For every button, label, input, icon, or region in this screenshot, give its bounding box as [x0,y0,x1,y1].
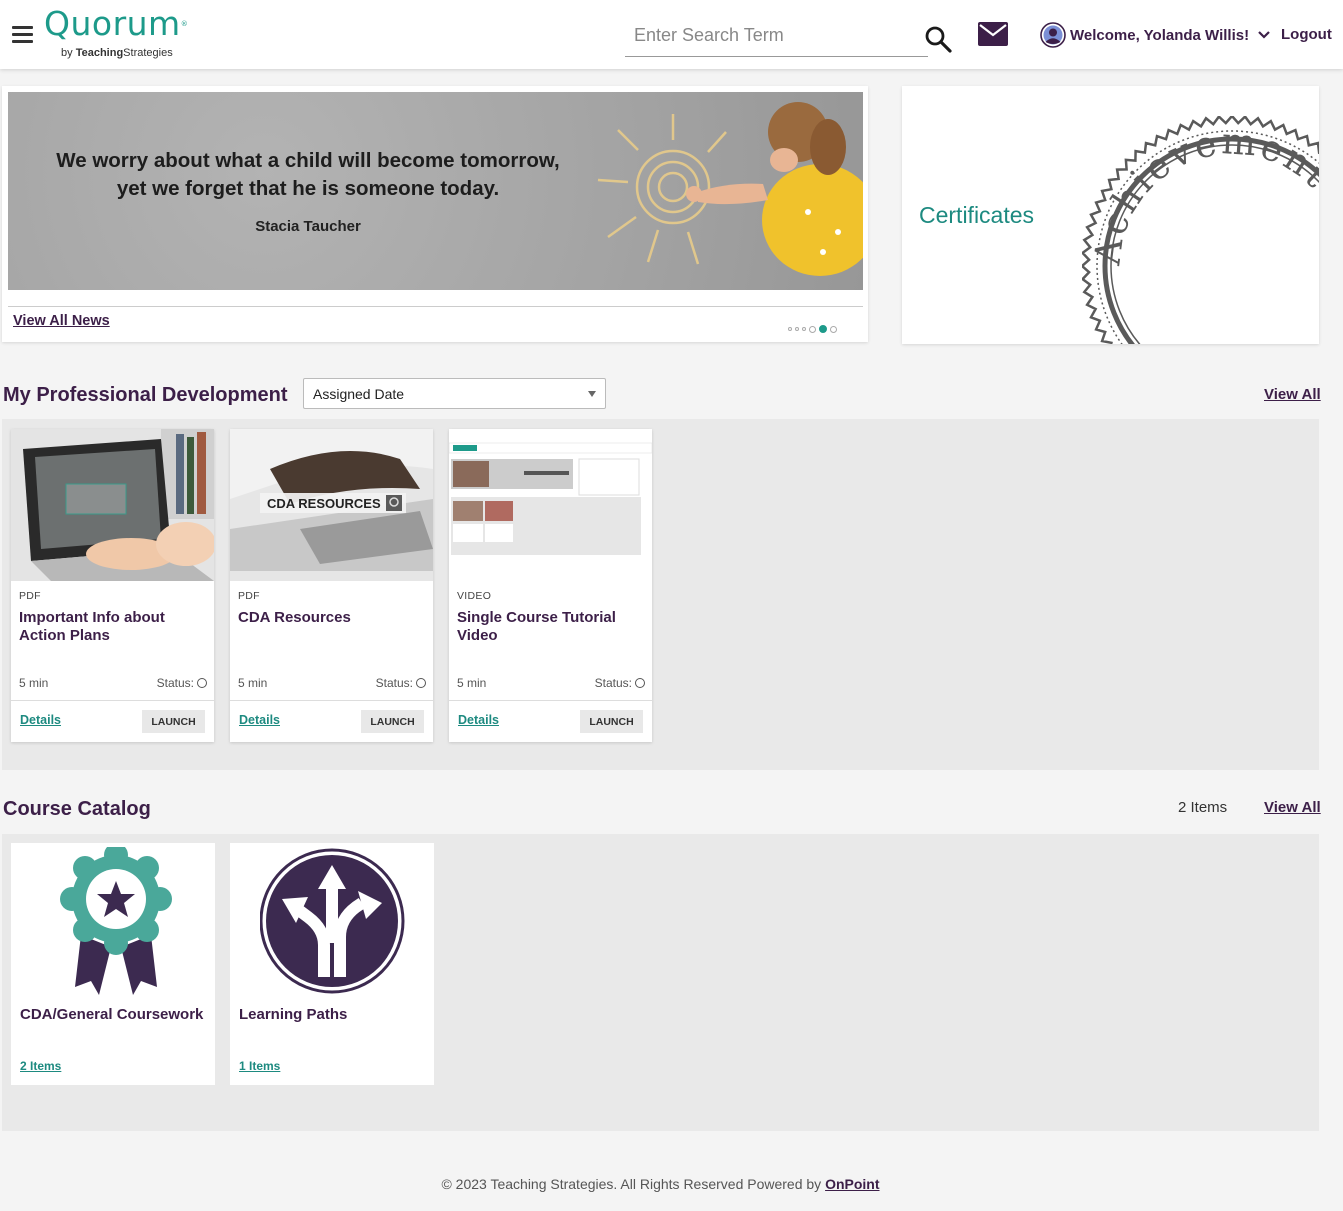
course-card: PDF Important Info about Action Plans 5 … [11,429,214,742]
course-title[interactable]: CDA Resources [238,609,426,627]
card-divider [449,700,652,701]
thumb-cda-text: CDA RESOURCES [267,496,381,511]
search-input[interactable] [625,20,915,50]
award-ribbon-icon [60,847,172,995]
catalog-card-items-link[interactable]: 2 Items [20,1059,61,1073]
page-footer: © 2023 Teaching Strategies. All Rights R… [0,1176,1321,1192]
logo-wordmark: Quorum® [44,4,189,43]
welcome-text: Welcome, Yolanda Willis! [1070,26,1250,44]
carousel-dot[interactable] [830,325,837,333]
catalog-section-title: Course Catalog [3,798,151,820]
course-status: Status: [376,676,426,690]
course-launch-button[interactable]: LAUNCH [142,710,205,733]
logo-byline: by TeachingStrategies [61,47,173,59]
carousel-dot[interactable] [802,327,806,331]
news-carousel-card: We worry about what a child will become … [2,86,868,342]
search-field-wrapper [625,20,928,57]
chevron-down-icon [1258,31,1270,39]
footer-copyright: © 2023 Teaching Strategies. All Rights R… [441,1176,826,1192]
onpoint-link[interactable]: OnPoint [825,1176,879,1192]
status-circle-icon [416,678,426,688]
user-menu[interactable]: Welcome, Yolanda Willis! [1040,21,1271,49]
course-title[interactable]: Important Info about Action Plans [19,609,207,645]
hamburger-menu-icon[interactable] [12,26,33,43]
course-status: Status: [157,676,207,690]
carousel-dot[interactable] [788,327,792,331]
catalog-card-items-link[interactable]: 1 Items [239,1059,280,1073]
course-details-link[interactable]: Details [458,713,499,727]
course-details-link[interactable]: Details [20,713,61,727]
course-thumbnail[interactable] [11,429,214,581]
carousel-dots [788,325,837,333]
news-banner-image[interactable]: We worry about what a child will become … [8,92,863,290]
sort-selected-value: Assigned Date [313,386,405,402]
course-type: PDF [238,590,260,602]
tutorial-screenshot-image [449,429,652,581]
quorum-logo[interactable]: Quorum® by TeachingStrategies [44,6,194,62]
course-thumbnail[interactable] [449,429,652,581]
course-duration: 5 min [457,676,487,690]
course-details-link[interactable]: Details [239,713,280,727]
carousel-dot[interactable] [795,327,799,331]
card-divider [230,700,433,701]
course-type: PDF [19,590,41,602]
course-title[interactable]: Single Course Tutorial Video [457,609,645,645]
course-launch-button[interactable]: LAUNCH [580,710,643,733]
cda-resources-image: CDA RESOURCES [230,429,433,581]
catalog-card[interactable]: CDA/General Coursework 2 Items [11,843,215,1085]
course-card: VIDEO Single Course Tutorial Video 5 min… [449,429,652,742]
catalog-card[interactable]: Learning Paths 1 Items [230,843,434,1085]
course-thumbnail[interactable]: CDA RESOURCES [230,429,433,581]
svg-text:Achievement • Ex: Achievement • Ex [1087,121,1319,293]
status-circle-icon [635,678,645,688]
learning-path-arrows-icon [260,848,405,994]
dropdown-arrow-icon [588,391,596,397]
certificates-card[interactable]: Certificates Achievement • Ex [902,86,1319,344]
mail-icon[interactable] [978,22,1008,46]
user-avatar-icon [1040,22,1066,48]
sort-dropdown[interactable]: Assigned Date [303,378,606,409]
catalog-items-count: 2 Items [1178,799,1228,816]
news-divider [8,306,863,307]
carousel-dot[interactable] [809,325,816,333]
course-duration: 5 min [238,676,268,690]
status-circle-icon [197,678,207,688]
course-type: VIDEO [457,590,492,602]
catalog-view-all-link[interactable]: View All [1264,799,1321,816]
quote-author: Stacia Taucher [255,218,361,235]
search-icon[interactable] [924,25,952,53]
seal-text: Achievement • Ex [1087,121,1319,293]
course-card: CDA RESOURCES PDF CDA Resources 5 min St… [230,429,433,742]
carousel-dot[interactable] [819,325,827,333]
course-status: Status: [595,676,645,690]
pd-section-title: My Professional Development [3,384,288,406]
certificates-title: Certificates [919,202,1035,228]
view-all-news-link[interactable]: View All News [13,313,110,329]
course-launch-button[interactable]: LAUNCH [361,710,424,733]
catalog-card-title: Learning Paths [239,1006,348,1023]
card-divider [11,700,214,701]
pd-view-all-link[interactable]: View All [1264,386,1321,403]
catalog-card-title: CDA/General Coursework [20,1006,204,1023]
top-header: Quorum® by TeachingStrategies Welcome, Y… [0,0,1343,69]
news-quote: We worry about what a child will become … [56,149,560,200]
logout-link[interactable]: Logout [1281,26,1332,43]
child-figure [686,102,863,276]
laptop-typing-image [11,429,214,581]
course-duration: 5 min [19,676,49,690]
achievement-seal-icon: Achievement • Ex [1082,116,1319,344]
